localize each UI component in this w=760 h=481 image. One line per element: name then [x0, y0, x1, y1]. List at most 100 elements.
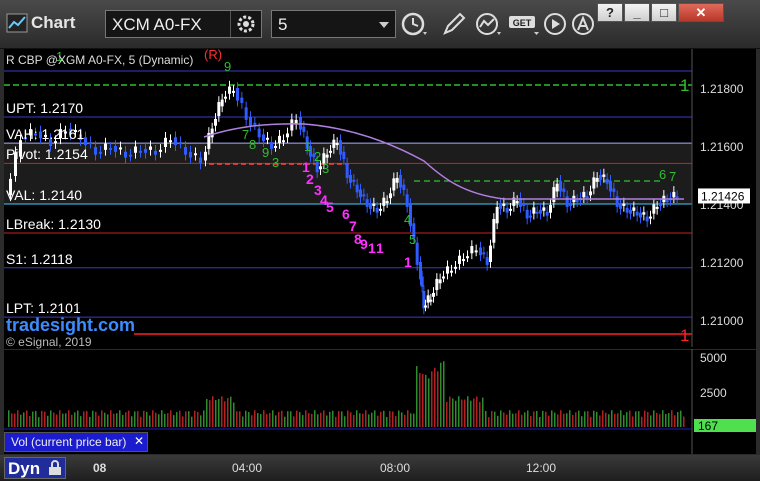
candle-body	[389, 193, 392, 199]
volume-bar	[395, 416, 397, 427]
candle-body	[290, 119, 294, 131]
chart-header: R CBP @XGM A0-FX, 5 (Dynamic)	[6, 53, 194, 67]
volume-bar	[368, 414, 370, 427]
volume-bar	[308, 413, 310, 427]
volume-bar	[386, 416, 388, 427]
volume-bar	[365, 410, 367, 427]
candle-body	[169, 140, 172, 143]
volume-bar	[167, 413, 169, 427]
close-button[interactable]: ✕	[678, 3, 724, 22]
volume-bar	[59, 410, 61, 427]
volume-bar	[596, 411, 598, 427]
help-button[interactable]: ?	[597, 3, 623, 22]
volume-bar	[272, 410, 274, 427]
studies-button[interactable]	[473, 10, 503, 38]
volume-bar	[83, 411, 85, 427]
setup-count: 7	[669, 169, 676, 184]
play-button[interactable]	[541, 10, 571, 38]
get-icon: GET	[509, 16, 539, 35]
volume-bar	[398, 410, 400, 427]
level-label: S1: 1.2118	[6, 250, 73, 267]
candle-body	[89, 142, 92, 145]
volume-bar	[452, 398, 454, 427]
pencil-icon	[443, 12, 466, 35]
volume-bar	[122, 414, 124, 427]
candle-body	[639, 212, 642, 218]
interval-select[interactable]: 5	[271, 10, 396, 38]
maximize-button[interactable]: □	[651, 3, 677, 22]
setup-count: 3	[322, 161, 329, 176]
volume-bar	[200, 415, 202, 427]
candle-body	[655, 206, 659, 209]
volume-bar	[377, 415, 379, 427]
candle-body	[532, 207, 536, 214]
chart-app-icon	[6, 13, 28, 33]
candle-body	[154, 150, 157, 155]
minimize-button[interactable]: _	[624, 3, 650, 22]
candle-body	[104, 143, 107, 150]
candle-body	[622, 203, 626, 206]
volume-bar	[431, 371, 433, 427]
volume-legend[interactable]: Vol (current price bar) ✕	[4, 432, 148, 452]
time-axis-label: 08	[93, 461, 107, 475]
alert-button[interactable]	[569, 10, 599, 38]
time-template-button[interactable]	[399, 10, 429, 38]
candle-body	[274, 146, 277, 148]
volume-bar	[542, 410, 544, 427]
volume-bar	[602, 410, 604, 427]
chart-area[interactable]: 1.21800 1.21600 1.21400 1.21200 1.21000 1.214…	[4, 49, 756, 454]
volume-bar	[449, 396, 451, 427]
sequence-count: 1	[404, 254, 412, 270]
volume-bar	[473, 398, 475, 427]
volume-bar	[260, 414, 262, 427]
volume-bar	[392, 411, 394, 427]
volume-bar	[86, 411, 88, 427]
candle-body	[612, 188, 616, 192]
candle-body	[184, 146, 187, 155]
volume-bar	[338, 411, 340, 427]
candle-body	[220, 99, 224, 107]
volume-bar	[545, 411, 547, 427]
volume-bar	[113, 413, 115, 427]
candle-body	[224, 96, 227, 99]
candle-body	[565, 196, 569, 207]
price-pane[interactable]: 1.218001.216001.214001.212001.210001.214…	[4, 49, 756, 347]
get-data-button[interactable]: GET	[507, 10, 541, 38]
volume-bar	[137, 411, 139, 427]
draw-tool-button[interactable]	[439, 10, 469, 38]
symbol-input[interactable]: XCM A0-FX	[105, 10, 262, 38]
volume-bar	[470, 400, 472, 427]
volume-bar	[161, 410, 163, 427]
candle-body	[217, 102, 221, 117]
volume-bar	[227, 398, 229, 427]
volume-bar	[485, 410, 487, 427]
candle-body	[335, 143, 339, 146]
candle-body	[244, 107, 248, 120]
candle-body	[257, 128, 261, 138]
candle-body	[502, 203, 506, 206]
chevron-down-icon	[379, 22, 389, 28]
candle-body	[522, 204, 526, 206]
candle-body	[542, 207, 546, 211]
candle-body	[470, 246, 474, 254]
volume-bar	[302, 415, 304, 427]
volume-bar	[659, 414, 661, 427]
study-chart-icon	[476, 13, 501, 35]
volume-bar	[194, 410, 196, 427]
candle-body	[529, 215, 532, 218]
close-icon[interactable]: ✕	[134, 434, 144, 448]
volume-bar	[344, 416, 346, 427]
volume-bar	[455, 400, 457, 427]
dynamic-mode-button[interactable]: Dyn	[4, 457, 66, 479]
volume-bar	[44, 411, 46, 427]
candle-body	[119, 147, 122, 150]
candle-body	[194, 153, 197, 156]
symbol-settings-button[interactable]	[230, 11, 261, 37]
volume-bar	[233, 402, 235, 427]
candle-body	[525, 209, 529, 219]
setup-count: 3	[272, 155, 279, 170]
candle-body	[240, 97, 244, 103]
volume-bar	[326, 415, 328, 427]
candle-body	[129, 154, 132, 157]
lock-icon	[49, 460, 61, 475]
